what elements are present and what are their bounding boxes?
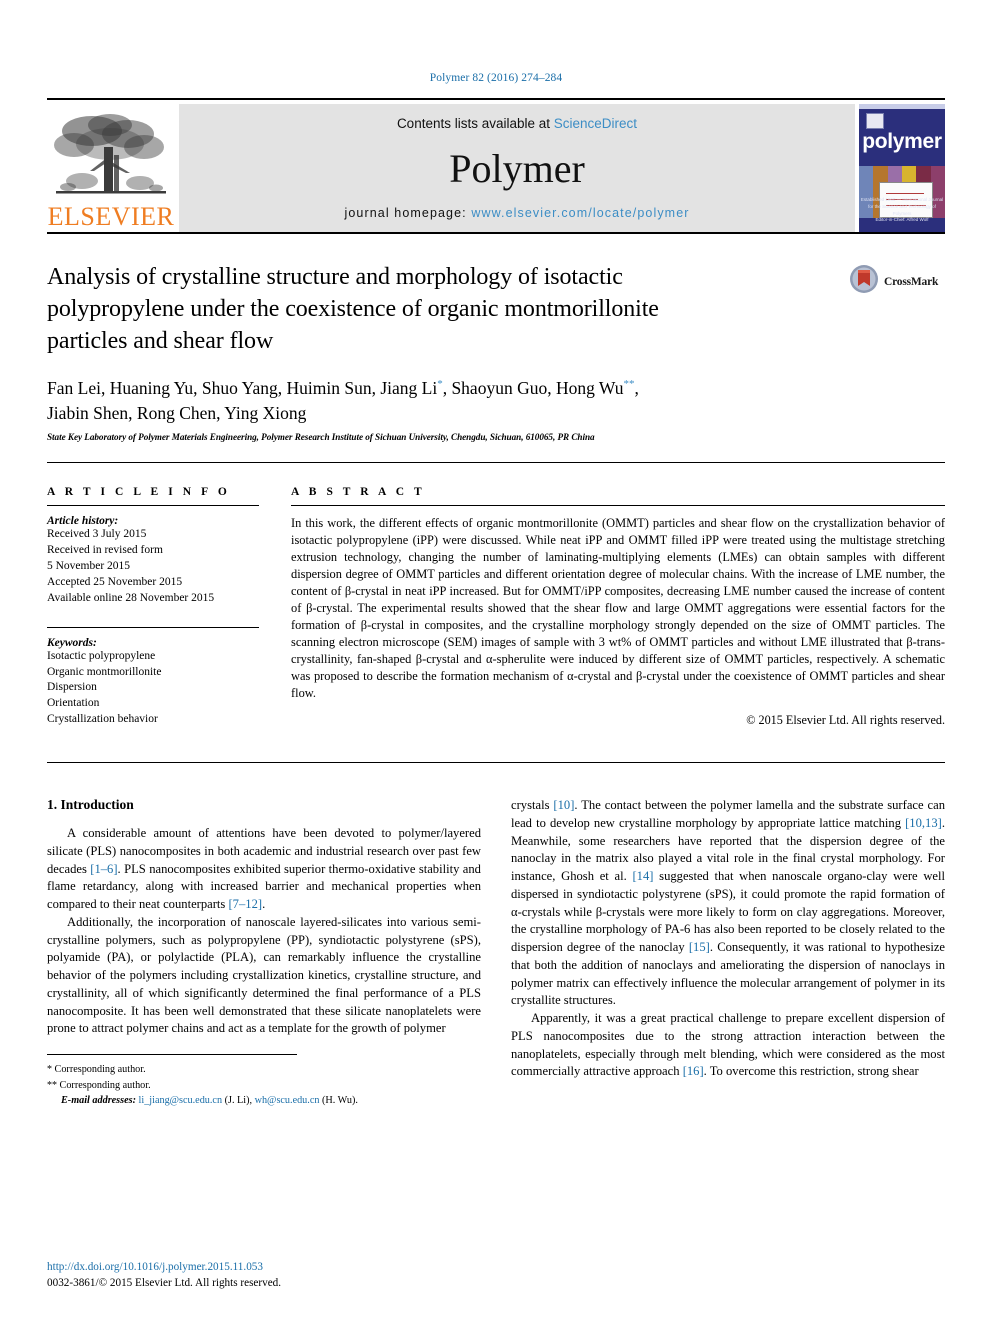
citation-ref[interactable]: [10] bbox=[553, 798, 574, 812]
keyword-item: Crystallization behavior bbox=[47, 713, 158, 726]
email-owner-2: (H. Wu). bbox=[322, 1094, 358, 1106]
journal-homepage-line: journal homepage: www.elsevier.com/locat… bbox=[344, 206, 689, 220]
elsevier-wordmark: ELSEVIER bbox=[47, 202, 175, 231]
contents-prefix: Contents lists available at bbox=[396, 116, 554, 131]
crossmark-icon bbox=[849, 264, 879, 299]
cover-footer-line-1: Established 1960 — International Journal… bbox=[860, 197, 944, 216]
crossmark-badge-group[interactable]: CrossMark bbox=[849, 264, 945, 299]
footnotes-block: * Corresponding author. ** Corresponding… bbox=[47, 1054, 358, 1108]
body-column-right: crystals [10]. The contact between the p… bbox=[511, 797, 945, 1108]
section-heading-introduction: 1. Introduction bbox=[47, 797, 134, 813]
cover-top-bar bbox=[859, 104, 945, 109]
article-info-rule bbox=[47, 505, 259, 507]
abstract-rule bbox=[291, 505, 945, 507]
journal-masthead: ELSEVIER Contents lists available at Sci… bbox=[47, 98, 945, 232]
history-line: Available online 28 November 2015 bbox=[47, 591, 215, 604]
citation-ref[interactable]: [16] bbox=[683, 1064, 704, 1078]
abstract-heading: A B S T R A C T bbox=[291, 486, 426, 499]
footnote-corresponding-1: * Corresponding author. bbox=[47, 1062, 297, 1077]
article-history-label: Article history: bbox=[47, 515, 119, 528]
article-info-column: A R T I C L E I N F O Article history: R… bbox=[47, 472, 259, 728]
citation-ref[interactable]: [15] bbox=[689, 940, 710, 954]
history-line: Accepted 25 November 2015 bbox=[47, 575, 183, 588]
keywords-rule bbox=[47, 626, 259, 628]
email-owner-1: (J. Li), bbox=[224, 1094, 253, 1106]
body-section: 1. Introduction A considerable amount of… bbox=[47, 762, 945, 1108]
paragraph-text: crystals bbox=[511, 798, 554, 813]
cover-footer-text: Established 1960 — International Journal… bbox=[859, 197, 945, 224]
sciencedirect-link[interactable]: ScienceDirect bbox=[554, 116, 637, 131]
email-link-1[interactable]: li_jiang@scu.edu.cn bbox=[139, 1095, 223, 1106]
page-title: Analysis of crystalline structure and mo… bbox=[47, 264, 659, 354]
homepage-prefix: journal homepage: bbox=[344, 206, 472, 220]
citation-ref[interactable]: [14] bbox=[632, 869, 653, 883]
author-corresponding-mark-2[interactable]: ** bbox=[623, 378, 634, 390]
abstract-copyright: © 2015 Elsevier Ltd. All rights reserved… bbox=[746, 713, 945, 728]
page-footer: http://dx.doi.org/10.1016/j.polymer.2015… bbox=[47, 1259, 281, 1291]
footnote-mark: * bbox=[47, 1064, 52, 1076]
keyword-item: Organic montmorillonite bbox=[47, 665, 162, 678]
paragraph: Additionally, the incorporation of nanos… bbox=[47, 914, 481, 1038]
masthead-bottom-rule bbox=[47, 232, 945, 234]
keyword-item: Isotactic polypropylene bbox=[47, 649, 156, 662]
paragraph-text: . bbox=[262, 897, 266, 912]
citation-ref[interactable]: [10,13] bbox=[905, 816, 942, 830]
paragraph-text: . To overcome this restriction, strong s… bbox=[703, 1064, 919, 1079]
footnote-emails: E-mail addresses: li_jiang@scu.edu.cn (J… bbox=[47, 1093, 358, 1108]
history-line: Received in revised form bbox=[47, 544, 163, 557]
footnote-text: Corresponding author. bbox=[54, 1064, 146, 1076]
citation-ref[interactable]: [7–12] bbox=[228, 897, 262, 911]
paragraph: A considerable amount of attentions have… bbox=[47, 825, 481, 914]
cover-footer-line-2: Editor-in-Chief: Alfred Wolf bbox=[875, 217, 929, 223]
email-addresses-label: E-mail addresses: bbox=[61, 1094, 136, 1106]
author-affiliation: State Key Laboratory of Polymer Material… bbox=[47, 432, 595, 443]
author-list: Fan Lei, Huaning Yu, Shuo Yang, Huimin S… bbox=[47, 376, 747, 426]
keyword-item: Orientation bbox=[47, 697, 100, 710]
cover-journal-name: polymer bbox=[862, 130, 942, 153]
running-head: Polymer 82 (2016) 274–284 bbox=[429, 72, 563, 84]
crossmark-label: CrossMark bbox=[884, 275, 939, 288]
journal-title: Polymer bbox=[449, 145, 585, 191]
two-column-body: 1. Introduction A considerable amount of… bbox=[47, 797, 945, 1108]
journal-homepage-link[interactable]: www.elsevier.com/locate/polymer bbox=[471, 206, 689, 220]
footnote-text: Corresponding author. bbox=[59, 1079, 151, 1091]
masthead-center-panel: Contents lists available at ScienceDirec… bbox=[179, 104, 855, 232]
history-line: Received 3 July 2015 bbox=[47, 528, 147, 541]
abstract-text: In this work, the different effects of o… bbox=[291, 516, 945, 701]
abstract-column: A B S T R A C T In this work, the differ… bbox=[291, 472, 945, 728]
authors-line-1-mid: , Shaoyun Guo, Hong Wu bbox=[442, 377, 624, 398]
authors-line-1-end: , bbox=[634, 377, 639, 398]
citation-ref[interactable]: [1–6] bbox=[90, 862, 117, 876]
article-info-heading: A R T I C L E I N F O bbox=[47, 486, 231, 499]
authors-line-2: Jiabin Shen, Rong Chen, Ying Xiong bbox=[47, 402, 307, 423]
keyword-item: Dispersion bbox=[47, 681, 97, 694]
journal-cover-thumbnail: polymer Established 1960 — International… bbox=[859, 104, 945, 232]
footnote-corresponding-2: ** Corresponding author. bbox=[47, 1078, 297, 1093]
paragraph: crystals [10]. The contact between the p… bbox=[511, 797, 945, 1010]
title-block: Analysis of crystalline structure and mo… bbox=[47, 262, 945, 442]
authors-line-1: Fan Lei, Huaning Yu, Shuo Yang, Huimin S… bbox=[47, 377, 438, 398]
body-column-left: 1. Introduction A considerable amount of… bbox=[47, 797, 481, 1108]
paragraph: Apparently, it was a great practical cha… bbox=[511, 1010, 945, 1081]
elsevier-logo: ELSEVIER bbox=[47, 104, 175, 232]
paragraph-text: Additionally, the incorporation of nanos… bbox=[47, 914, 481, 1036]
doi-link[interactable]: http://dx.doi.org/10.1016/j.polymer.2015… bbox=[47, 1259, 281, 1275]
email-link-2[interactable]: wh@scu.edu.cn bbox=[255, 1095, 320, 1106]
body-top-rule bbox=[47, 762, 945, 764]
contents-available-line: Contents lists available at ScienceDirec… bbox=[397, 116, 637, 131]
paper-page: Polymer 82 (2016) 274–284 ELSEVIER Conte… bbox=[0, 0, 992, 1323]
info-abstract-section: A R T I C L E I N F O Article history: R… bbox=[47, 462, 945, 728]
history-line: 5 November 2015 bbox=[47, 560, 131, 573]
keywords-label: Keywords: bbox=[47, 636, 97, 649]
footnote-mark: ** bbox=[47, 1079, 57, 1091]
issn-copyright-line: 0032-3861/© 2015 Elsevier Ltd. All right… bbox=[47, 1276, 282, 1289]
cover-elsevier-mark-icon bbox=[866, 113, 884, 129]
paragraph-text: . The contact between the polymer lamell… bbox=[511, 798, 945, 830]
elsevier-tree-icon bbox=[54, 114, 166, 194]
